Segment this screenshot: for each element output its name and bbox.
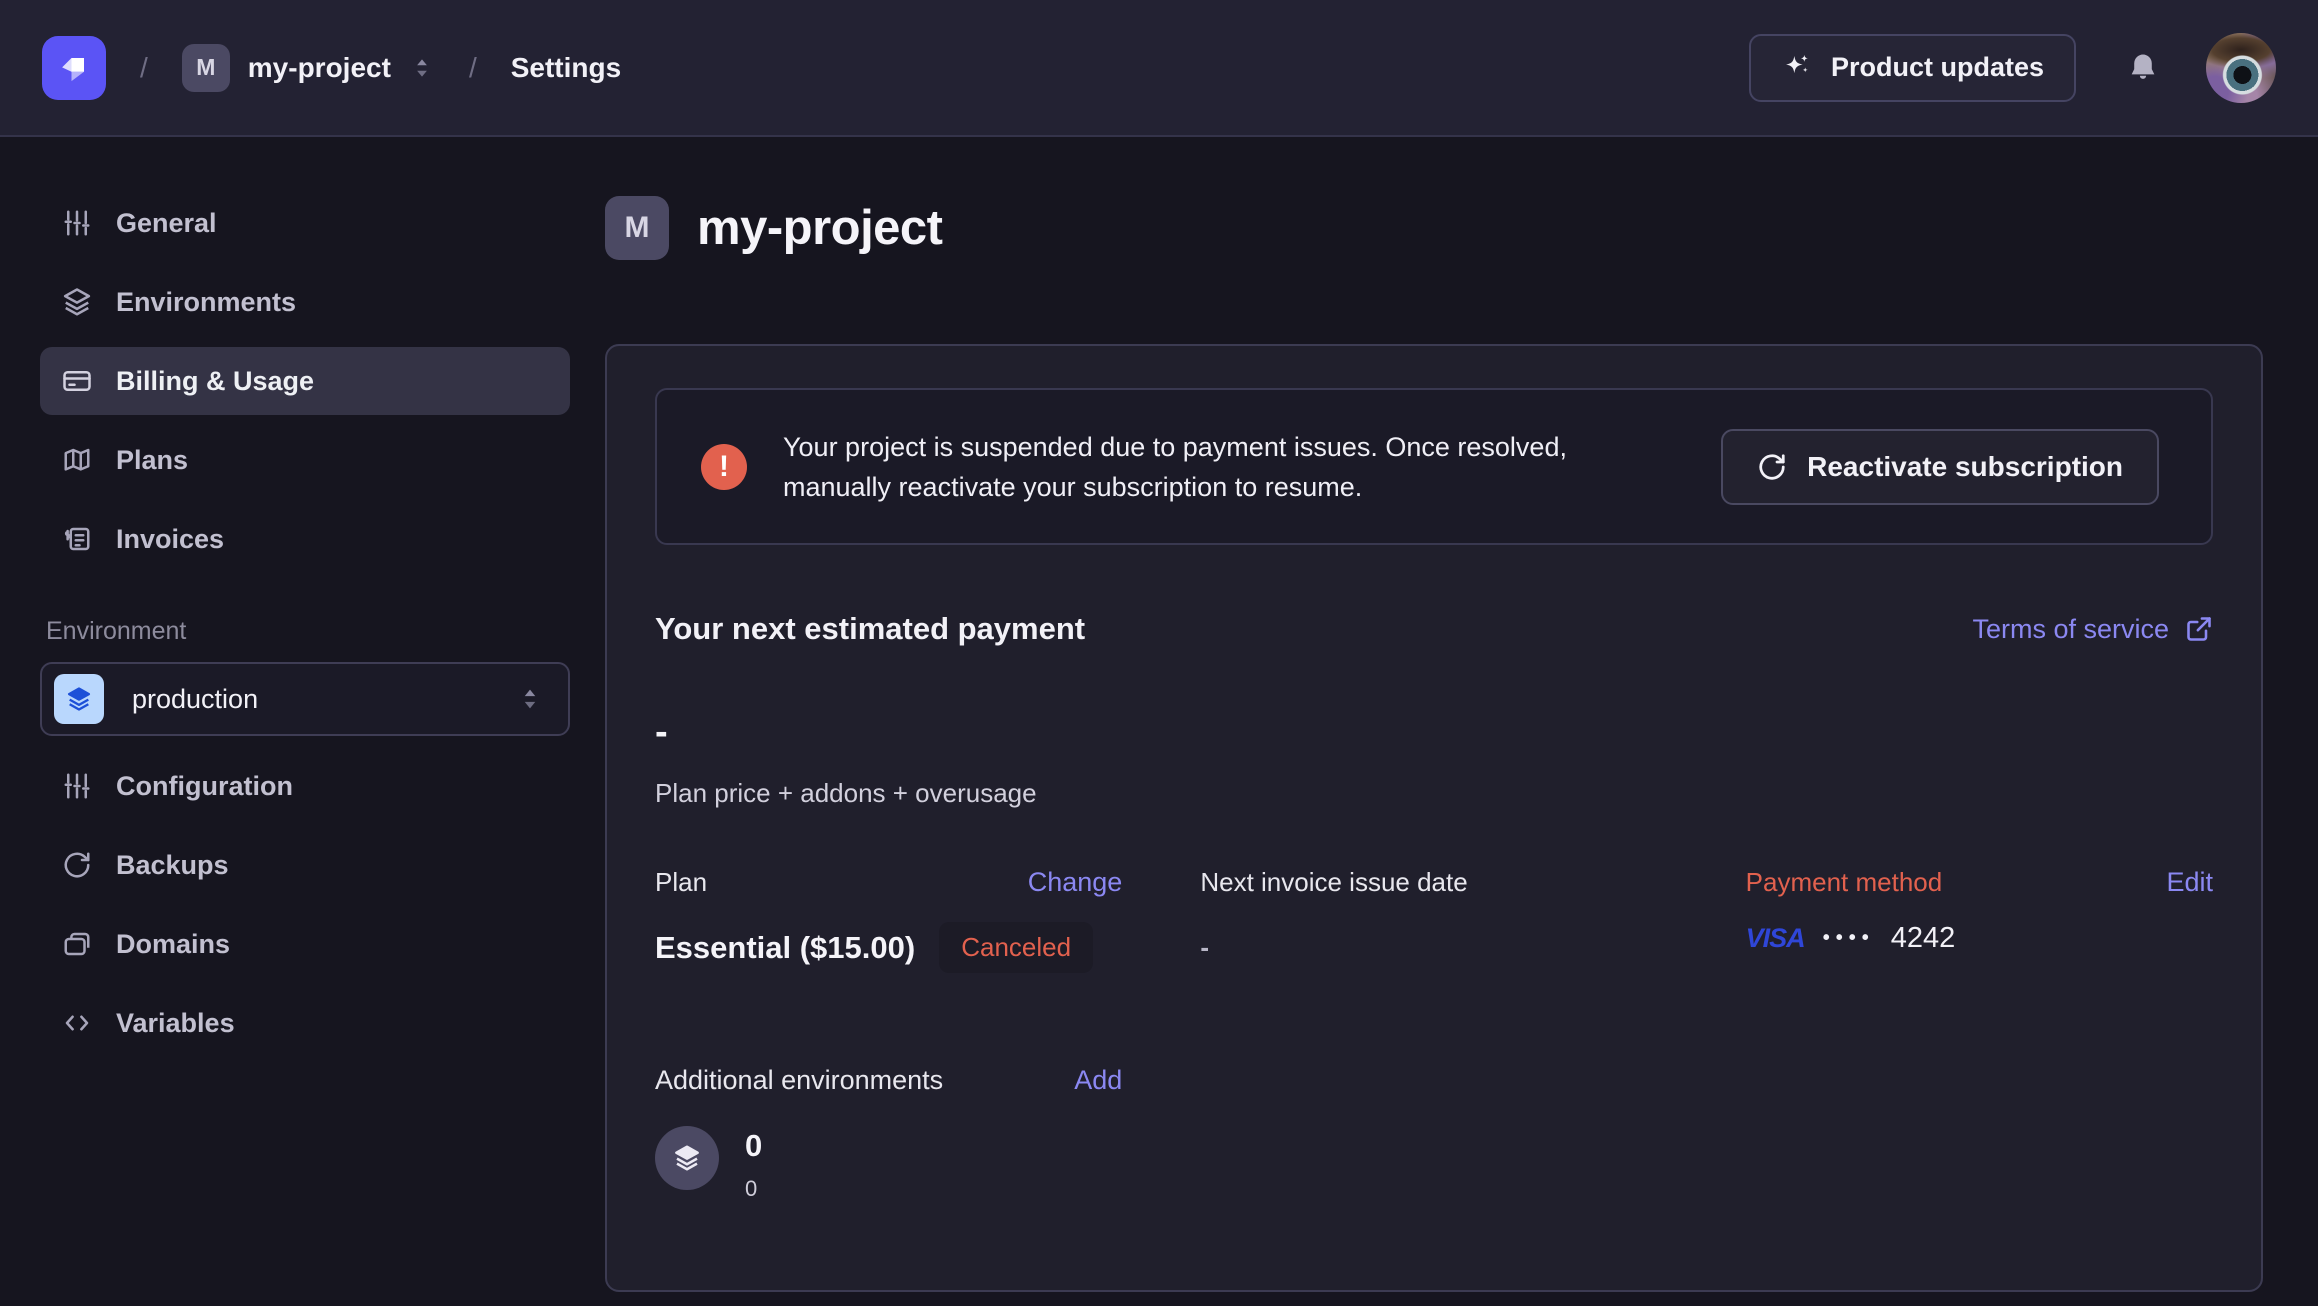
receipt-icon [62,524,92,554]
environments-count: 0 [745,1128,762,1164]
credit-card-icon [62,366,92,396]
billing-info-row: Plan Change Essential ($15.00) Canceled … [655,867,2213,973]
product-updates-label: Product updates [1831,52,2044,83]
page-title: my-project [697,200,943,256]
sidebar-item-label: Variables [116,1008,235,1039]
product-updates-button[interactable]: Product updates [1749,34,2076,102]
app-logo-icon [54,48,94,88]
chevrons-up-down-icon [409,55,435,81]
alert-exclamation-icon: ! [701,444,747,490]
sidebar-item-general[interactable]: General [40,189,570,257]
code-icon [62,1008,92,1038]
page-header: M my-project [605,196,2263,260]
alert-message: Your project is suspended due to payment… [783,427,1567,507]
environments-count-avatar [655,1126,719,1190]
rotate-cw-icon [1757,452,1787,482]
sidebar-item-plans[interactable]: Plans [40,426,570,494]
layers-icon [62,287,92,317]
sidebar-item-backups[interactable]: Backups [40,831,570,899]
sidebar-item-label: Backups [116,850,229,881]
additional-environments-block: Additional environments Add 0 0 [655,1065,1122,1202]
topbar-actions: Product updates [1749,33,2276,103]
breadcrumb-project-switcher[interactable]: M my-project [182,44,435,92]
user-avatar[interactable] [2206,33,2276,103]
sliders-icon [62,771,92,801]
payment-method-column: Payment method Edit VISA •••• 4242 [1746,867,2213,973]
next-invoice-label: Next invoice issue date [1200,867,1467,898]
plan-status-badge: Canceled [939,922,1093,973]
map-icon [62,445,92,475]
sidebar-item-label: Invoices [116,524,224,555]
sidebar-item-invoices[interactable]: Invoices [40,505,570,573]
layers-icon [672,1143,702,1173]
sidebar-item-environments[interactable]: Environments [40,268,570,336]
environment-icon-box [54,674,104,724]
estimated-payment-value: - [655,711,2213,754]
payment-method-label: Payment method [1746,867,1943,898]
next-invoice-value: - [1200,932,1209,963]
breadcrumb-project-name: my-project [248,52,391,84]
payment-section-title: Your next estimated payment [655,611,1085,647]
environments-counts: 0 0 [745,1126,762,1202]
stacked-pages-icon [62,929,92,959]
estimated-payment-formula: Plan price + addons + overusage [655,778,2213,809]
chevrons-up-down-icon [516,685,544,713]
alert-message-line2: manually reactivate your subscription to… [783,467,1567,507]
next-invoice-column: Next invoice issue date - [1200,867,1667,973]
environment-select-value: production [132,684,258,715]
plan-label: Plan [655,867,707,898]
app-logo[interactable] [42,36,106,100]
add-environment-link[interactable]: Add [1074,1065,1122,1096]
sidebar-item-label: Plans [116,445,188,476]
breadcrumb-separator: / [140,52,148,84]
visa-logo: VISA [1746,923,1805,954]
project-initial-badge: M [182,44,230,92]
breadcrumb-separator: / [469,52,477,84]
sidebar-item-label: Configuration [116,771,293,802]
sidebar-item-variables[interactable]: Variables [40,989,570,1057]
card-last4: 4242 [1891,922,1956,955]
billing-card: ! Your project is suspended due to payme… [605,344,2263,1292]
sliders-icon [62,208,92,238]
alert-message-line1: Your project is suspended due to payment… [783,427,1567,467]
reactivate-subscription-label: Reactivate subscription [1807,451,2123,483]
layers-icon [65,685,93,713]
sidebar-item-domains[interactable]: Domains [40,910,570,978]
environment-section-label: Environment [46,617,570,646]
terms-of-service-label: Terms of service [1972,614,2169,645]
sidebar-item-billing-usage[interactable]: Billing & Usage [40,347,570,415]
notifications-bell-icon[interactable] [2126,51,2160,85]
terms-of-service-link[interactable]: Terms of service [1972,614,2213,645]
additional-environments-label: Additional environments [655,1065,943,1096]
main-content: M my-project ! Your project is suspended… [605,137,2263,1292]
change-plan-link[interactable]: Change [1028,867,1123,898]
plan-column: Plan Change Essential ($15.00) Canceled [655,867,1122,973]
edit-payment-method-link[interactable]: Edit [2166,867,2213,898]
external-link-icon [2185,615,2213,643]
reactivate-subscription-button[interactable]: Reactivate subscription [1721,429,2159,505]
sparkles-icon [1781,52,1813,84]
suspension-alert: ! Your project is suspended due to payme… [655,388,2213,545]
top-bar: / M my-project / Settings Product update… [0,0,2318,137]
plan-value: Essential ($15.00) [655,930,915,966]
sidebar-item-label: General [116,208,217,239]
environment-select[interactable]: production [40,662,570,736]
project-initial-badge: M [605,196,669,260]
breadcrumb-page[interactable]: Settings [511,52,621,84]
sidebar-item-label: Environments [116,287,296,318]
settings-sidebar: General Environments Billing & Usage Pla… [40,137,570,1068]
sidebar-item-label: Domains [116,929,230,960]
sidebar-item-label: Billing & Usage [116,366,314,397]
environments-subcount: 0 [745,1176,762,1202]
payment-section-header: Your next estimated payment Terms of ser… [655,611,2213,647]
card-number-dots: •••• [1823,927,1875,950]
rotate-cw-icon [62,850,92,880]
sidebar-item-configuration[interactable]: Configuration [40,752,570,820]
